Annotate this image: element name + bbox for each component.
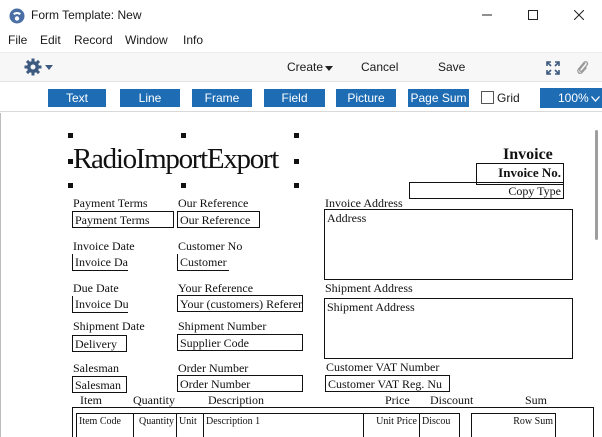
zoom-value: 100% <box>558 91 589 105</box>
discount-field[interactable]: Discou <box>420 413 460 437</box>
unit-field[interactable]: Unit <box>177 413 204 437</box>
menu-edit[interactable]: Edit <box>40 33 61 47</box>
close-button[interactable] <box>556 0 602 30</box>
resize-handle[interactable] <box>68 159 73 164</box>
page-sum-tool-button[interactable]: Page Sum <box>408 89 469 107</box>
title-bar: Form Template: New <box>0 0 602 32</box>
paperclip-icon[interactable] <box>576 60 590 76</box>
create-button[interactable]: Create <box>284 53 336 81</box>
description-field[interactable]: Description 1 <box>204 413 364 437</box>
salesman-label[interactable]: Salesman <box>73 361 119 376</box>
resize-handle[interactable] <box>294 133 299 138</box>
caret-down-icon <box>325 66 333 71</box>
save-button[interactable]: Save <box>438 60 465 74</box>
resize-handle[interactable] <box>68 183 73 188</box>
frame-tool-button[interactable]: Frame <box>192 89 252 107</box>
copy-type-field[interactable]: Copy Type <box>409 182 564 199</box>
operations-menu-button[interactable] <box>24 58 56 78</box>
cancel-button[interactable]: Cancel <box>361 60 398 74</box>
element-palette: Text Line Frame Field Picture Page Sum G… <box>0 84 602 112</box>
order-number-field[interactable]: Order Number <box>177 375 303 392</box>
our-reference-field[interactable]: Our Reference <box>177 211 260 228</box>
menu-window[interactable]: Window <box>125 33 168 47</box>
invoice-date-field[interactable]: Invoice Da <box>72 254 128 271</box>
row-sum-field[interactable]: Row Sum <box>471 413 556 437</box>
item-code-field[interactable]: Item Code <box>76 413 134 437</box>
due-date-label[interactable]: Due Date <box>73 281 119 296</box>
toolbar: Create Cancel Save <box>0 52 602 82</box>
column-header-discount[interactable]: Discount <box>430 393 473 408</box>
logo-text: RadioImportExport <box>73 143 279 175</box>
your-reference-field[interactable]: Your (customers) Referen <box>177 295 303 312</box>
maximize-button[interactable] <box>510 0 556 30</box>
shipment-date-field[interactable]: Delivery <box>72 335 127 352</box>
grid-checkbox[interactable] <box>481 91 494 104</box>
invoice-date-label[interactable]: Invoice Date <box>73 239 135 254</box>
column-header-item[interactable]: Item <box>80 393 102 408</box>
scrollbar-thumb[interactable] <box>595 130 598 240</box>
items-row: Item Code Quantity Unit Description 1 Un… <box>76 413 590 437</box>
unit-price-field[interactable]: Unit Price <box>364 413 420 437</box>
salesman-field[interactable]: Salesman <box>72 376 127 393</box>
grid-label: Grid <box>497 91 520 105</box>
maximize-icon <box>528 10 538 20</box>
zoom-select[interactable]: 100% <box>540 88 602 108</box>
invoice-title[interactable]: Invoice <box>503 146 553 164</box>
shipment-number-field[interactable]: Supplier Code <box>177 334 303 351</box>
window-title: Form Template: New <box>31 8 142 22</box>
menu-bar: File Edit Record Window Info <box>0 32 602 50</box>
customer-vat-field[interactable]: Customer VAT Reg. Nu <box>325 375 450 392</box>
resize-handle[interactable] <box>181 183 186 188</box>
text-tool-button[interactable]: Text <box>48 89 106 107</box>
form-canvas: RadioImportExport Invoice Invoice No. Co… <box>0 113 602 437</box>
quantity-field[interactable]: Quantity <box>134 413 177 437</box>
resize-handle[interactable] <box>181 133 186 138</box>
gear-icon <box>24 58 42 76</box>
payment-terms-label[interactable]: Payment Terms <box>73 196 148 212</box>
shipment-address-label[interactable]: Shipment Address <box>325 281 413 296</box>
due-date-field[interactable]: Invoice Du <box>72 296 128 313</box>
customer-no-label[interactable]: Customer No <box>178 239 242 254</box>
menu-info[interactable]: Info <box>183 33 203 47</box>
our-reference-label[interactable]: Our Reference <box>178 196 248 211</box>
chevron-down-icon <box>591 96 600 102</box>
column-header-price[interactable]: Price <box>385 393 410 408</box>
resize-handle[interactable] <box>294 159 299 164</box>
close-icon <box>574 10 584 20</box>
app-icon <box>9 8 25 24</box>
shipment-address-field[interactable]: Shipment Address <box>324 298 573 359</box>
resize-handle[interactable] <box>294 183 299 188</box>
field-tool-button[interactable]: Field <box>264 89 325 107</box>
column-header-quantity[interactable]: Quantity <box>133 393 175 408</box>
shipment-number-label[interactable]: Shipment Number <box>178 319 266 334</box>
resize-handle[interactable] <box>68 133 73 138</box>
customer-vat-label[interactable]: Customer VAT Number <box>326 360 439 375</box>
create-label: Create <box>287 60 324 74</box>
minimize-button[interactable] <box>464 0 510 30</box>
line-tool-button[interactable]: Line <box>120 89 180 107</box>
invoice-address-field[interactable]: Address <box>324 209 573 280</box>
column-header-sum[interactable]: Sum <box>525 393 547 408</box>
expand-icon[interactable] <box>546 61 560 75</box>
menu-file[interactable]: File <box>8 33 27 47</box>
minimize-icon <box>482 14 492 16</box>
picture-tool-button[interactable]: Picture <box>336 89 396 107</box>
logo-text-element[interactable]: RadioImportExport <box>70 135 298 185</box>
order-number-label[interactable]: Order Number <box>178 361 248 376</box>
customer-no-field[interactable]: Customer <box>177 254 229 271</box>
payment-terms-field[interactable]: Payment Terms <box>72 211 174 228</box>
column-header-description[interactable]: Description <box>208 393 264 408</box>
your-reference-label[interactable]: Your Reference <box>178 281 253 296</box>
caret-down-icon <box>45 65 53 70</box>
menu-record[interactable]: Record <box>74 33 113 47</box>
shipment-date-label[interactable]: Shipment Date <box>73 319 145 334</box>
